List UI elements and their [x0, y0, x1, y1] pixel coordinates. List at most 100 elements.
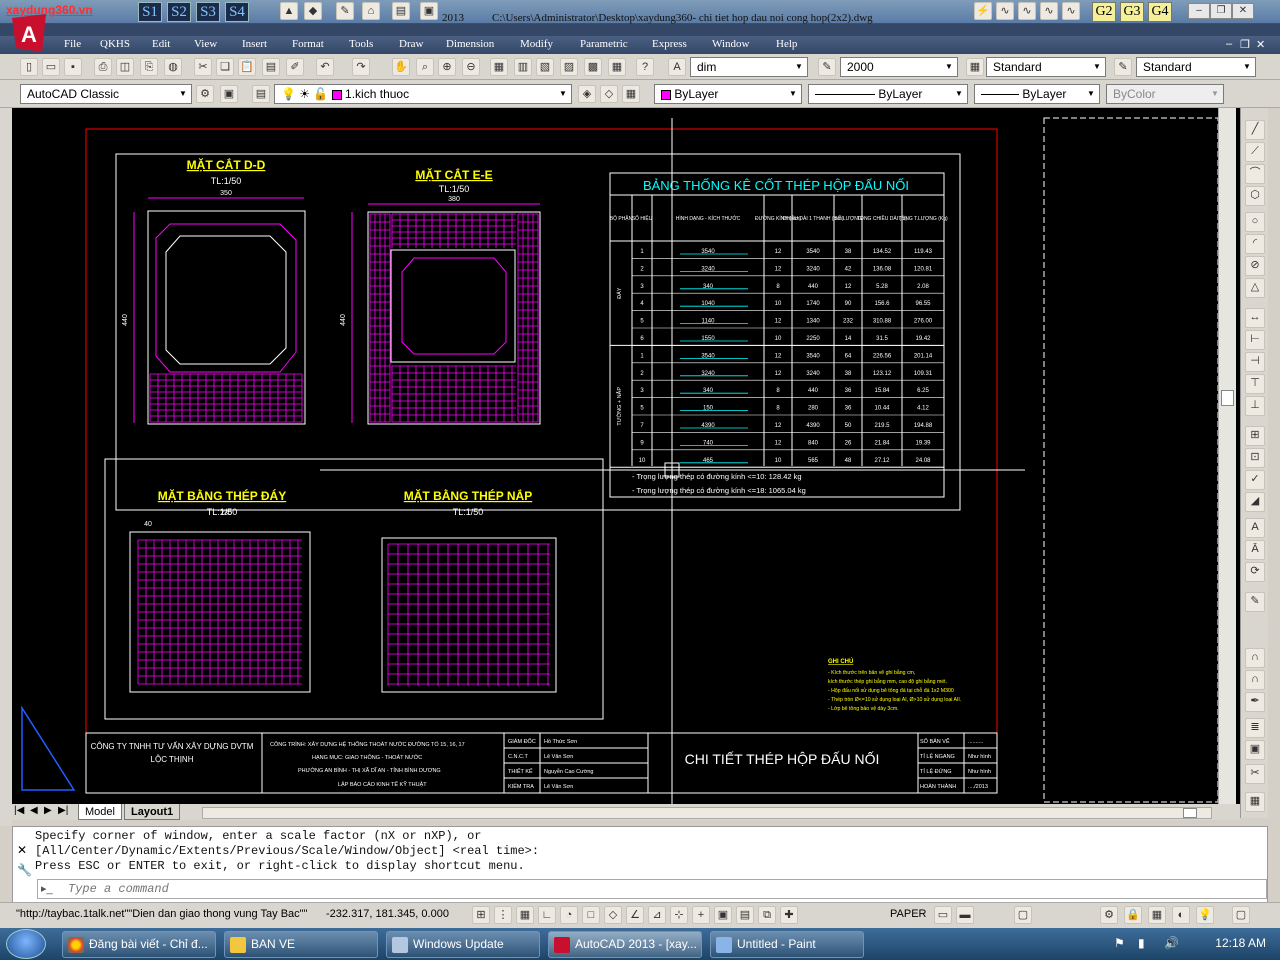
clean-screen-status-icon[interactable]: ▢ [1232, 906, 1250, 924]
taskbar-item-windows-update[interactable]: Windows Update [386, 931, 540, 958]
infer-icon[interactable]: ⊞ [472, 906, 490, 924]
explode-icon[interactable]: ⊞ [1245, 426, 1265, 446]
doc-restore-icon[interactable]: ❐ [1240, 38, 1250, 51]
lineweight-icon[interactable]: + [692, 906, 710, 924]
print-icon[interactable]: ⎙ [94, 58, 112, 76]
lock-ui-icon[interactable]: 🔒 [1124, 906, 1142, 924]
close-icon[interactable]: ✕ [17, 843, 27, 857]
text-edit-icon[interactable]: Ā [1245, 540, 1265, 560]
globe-icon[interactable]: ◍ [164, 58, 182, 76]
taskbar-item-paint[interactable]: Untitled - Paint [710, 931, 864, 958]
drawing-canvas[interactable]: MẶT CẮT D-D TL:1/50 350 440 MẶT CẮT E-E … [12, 108, 1240, 804]
multileader-style-icon[interactable]: ✎ [1114, 58, 1132, 76]
g-button-g3[interactable]: G3 [1120, 2, 1144, 22]
menu-insert[interactable]: Insert [242, 38, 267, 50]
grid-icon[interactable]: ▦ [516, 906, 534, 924]
dim-continue-icon[interactable]: ⊥ [1245, 396, 1265, 416]
make-current-layer-icon[interactable]: ◈ [578, 85, 596, 103]
menu-edit[interactable]: Edit [152, 38, 170, 50]
horizontal-scroll-thumb[interactable] [1183, 808, 1197, 818]
qat-icon-3[interactable]: ✎ [336, 2, 354, 20]
command-input-box[interactable]: ▸_ [37, 879, 1267, 899]
menu-express[interactable]: Express [652, 38, 687, 50]
quick-button-s4[interactable]: S4 [225, 2, 249, 22]
tab-first-icon[interactable]: |◀ [14, 805, 24, 816]
dim-scale-select[interactable]: 2000 ▼ [840, 57, 958, 77]
model-paper-toggle[interactable]: PAPER [890, 908, 926, 920]
publish-icon[interactable]: ⎘ [140, 58, 158, 76]
wave-icon-3[interactable]: ∿ [1040, 2, 1058, 20]
undo-icon[interactable]: ↶ [316, 58, 334, 76]
clipboard-icon[interactable]: ▤ [262, 58, 280, 76]
quick-button-s1[interactable]: S1 [138, 2, 162, 22]
start-button[interactable] [6, 929, 46, 959]
snap-icon[interactable]: ⋮ [494, 906, 512, 924]
menu-tools[interactable]: Tools [349, 38, 373, 50]
trim-icon[interactable]: ✂ [1245, 764, 1265, 784]
dim-ordinate-icon[interactable]: ⊣ [1245, 352, 1265, 372]
magnet-icon-1[interactable]: ∩ [1245, 648, 1265, 668]
menu-view[interactable]: View [194, 38, 217, 50]
taskbar-item-autocad[interactable]: AutoCAD 2013 - [xay... [548, 931, 702, 958]
tab-last-icon[interactable]: ▶| [58, 805, 68, 816]
table-style-icon[interactable]: ▦ [966, 58, 984, 76]
workspace-settings-icon[interactable]: ⚙ [196, 85, 214, 103]
menu-draw[interactable]: Draw [399, 38, 423, 50]
vertical-scroll-thumb[interactable] [1221, 390, 1234, 406]
preview-icon[interactable]: ◫ [116, 58, 134, 76]
quick-view-drawings-icon[interactable]: ▬ [956, 906, 974, 924]
polyline-icon[interactable]: ⌒ [1245, 164, 1265, 184]
wave-icon-2[interactable]: ∿ [1018, 2, 1036, 20]
wrench-icon[interactable]: 🔧 [17, 863, 32, 877]
arc-icon[interactable]: ◜ [1245, 234, 1265, 254]
menu-modify[interactable]: Modify [520, 38, 553, 50]
menu-window[interactable]: Window [712, 38, 749, 50]
plotstyle-select[interactable]: ByColor ▼ [1106, 84, 1224, 104]
tab-layout1[interactable]: Layout1 [124, 804, 181, 820]
pen-icon[interactable]: ✒ [1245, 692, 1265, 712]
paste-icon[interactable]: 📋 [238, 58, 256, 76]
pan-icon[interactable]: ✋ [392, 58, 410, 76]
open-icon[interactable]: ▭ [42, 58, 60, 76]
lineweight-select[interactable]: ByLayer ▼ [974, 84, 1100, 104]
tool-palette-icon[interactable]: ▧ [536, 58, 554, 76]
layers-icon[interactable]: ≣ [1245, 718, 1265, 738]
layer-state-icon[interactable]: ▦ [622, 85, 640, 103]
menu-help[interactable]: Help [776, 38, 797, 50]
restore-icon[interactable]: ❐ [1210, 3, 1232, 19]
construction-line-icon[interactable]: ⟋ [1245, 142, 1265, 162]
quick-properties-icon[interactable]: ▤ [736, 906, 754, 924]
save-icon[interactable]: ▪ [64, 58, 82, 76]
minimize-icon[interactable]: – [1188, 3, 1210, 19]
check-icon[interactable]: ✓ [1245, 470, 1265, 490]
block-icon[interactable]: ▣ [1245, 740, 1265, 760]
bulb-icon[interactable]: 💡 [1196, 906, 1214, 924]
redo-icon[interactable]: ↷ [352, 58, 370, 76]
erase-icon[interactable]: ⊘ [1245, 256, 1265, 276]
linetype-select[interactable]: ByLayer ▼ [808, 84, 968, 104]
wave-icon-1[interactable]: ∿ [996, 2, 1014, 20]
palette-icon[interactable]: ▦ [1245, 792, 1265, 812]
dim-baseline-icon[interactable]: ⊤ [1245, 374, 1265, 394]
tab-next-icon[interactable]: ▶ [44, 805, 52, 816]
hardware-icon[interactable]: ▦ [1148, 906, 1166, 924]
layer-properties-icon[interactable]: ▤ [252, 85, 270, 103]
layer-select[interactable]: 💡 ☀ 🔓 1.kich thuoc ▼ [274, 84, 572, 104]
command-input[interactable] [68, 881, 1258, 897]
properties-icon[interactable]: ▦ [490, 58, 508, 76]
match-properties-icon[interactable]: ✐ [286, 58, 304, 76]
doc-minimize-icon[interactable]: – [1226, 38, 1232, 50]
tab-prev-icon[interactable]: ◀ [30, 805, 38, 816]
triangle-icon[interactable]: △ [1245, 278, 1265, 298]
lightning-icon[interactable]: ⚡ [974, 2, 992, 20]
tab-model[interactable]: Model [78, 804, 122, 820]
new-icon[interactable]: ▯ [20, 58, 38, 76]
cut-icon[interactable]: ✂ [194, 58, 212, 76]
taskbar-item-chrome[interactable]: Đăng bài viết - Chỉ đ... [62, 931, 216, 958]
text-replace-icon[interactable]: ⟳ [1245, 562, 1265, 582]
quick-button-s3[interactable]: S3 [196, 2, 220, 22]
polar-icon[interactable]: ◔ [560, 906, 578, 924]
menu-dimension[interactable]: Dimension [446, 38, 494, 50]
vertical-scrollbar[interactable] [1218, 108, 1236, 804]
tray-network-icon[interactable]: ▮ [1138, 936, 1145, 950]
